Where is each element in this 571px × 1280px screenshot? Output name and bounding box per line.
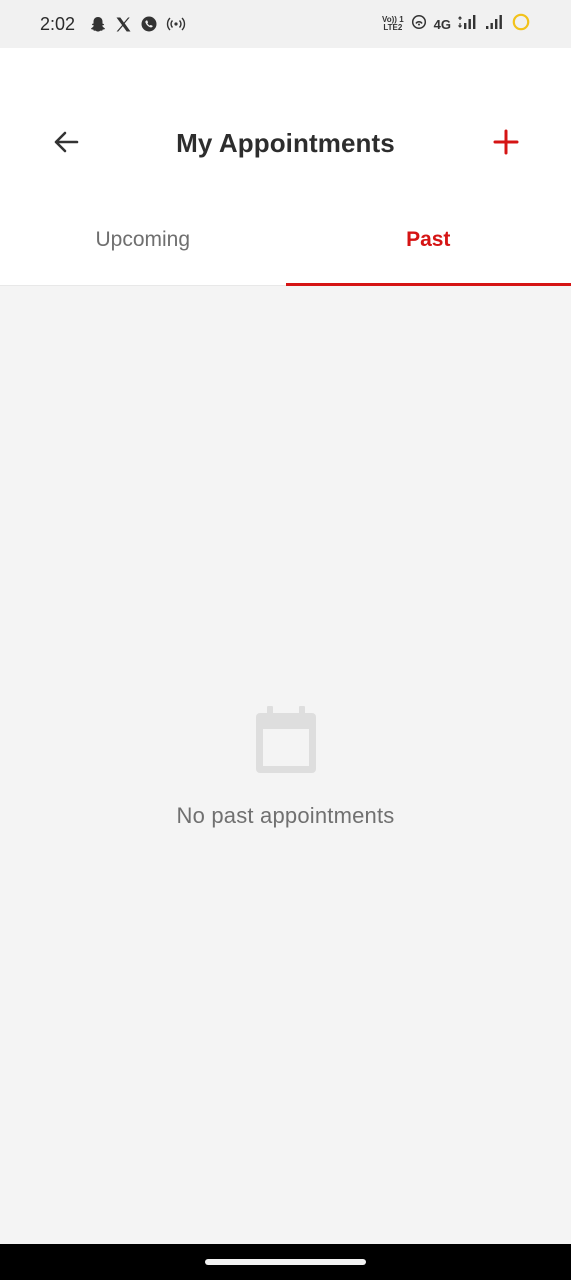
status-bar: 2:02 Vo)) 1 LTE2 4G [0, 0, 571, 48]
app-screen: 2:02 Vo)) 1 LTE2 4G My Appointments Upco… [0, 0, 571, 1280]
wifi-calling-icon [411, 14, 427, 35]
snapchat-icon [89, 15, 107, 33]
battery-saver-icon [511, 12, 531, 37]
tab-past-label: Past [406, 227, 451, 251]
notification-icons [89, 15, 186, 33]
x-icon [115, 16, 132, 33]
status-time: 2:02 [40, 13, 76, 34]
signal-icon [485, 14, 504, 35]
tab-upcoming[interactable]: Upcoming [0, 200, 286, 285]
navigation-bar [0, 1244, 571, 1280]
empty-state: No past appointments [0, 704, 571, 829]
empty-state-message: No past appointments [176, 803, 395, 828]
hotspot-icon [166, 16, 186, 32]
signal-4g-icon [458, 14, 478, 35]
selected-tab-indicator [285, 283, 571, 286]
volte-indicator: Vo)) 1 LTE2 [382, 15, 404, 32]
tab-past[interactable]: Past [285, 200, 571, 286]
tab-upcoming-label: Upcoming [95, 227, 191, 251]
app-bar: My Appointments [0, 48, 571, 200]
whatsapp-icon [140, 15, 158, 33]
system-status-icons: Vo)) 1 LTE2 4G [382, 12, 531, 37]
calendar-icon [253, 704, 319, 781]
plus-icon [493, 129, 519, 160]
network-type: 4G [433, 16, 451, 32]
add-appointment-button[interactable] [486, 126, 526, 162]
tab-bar: Upcoming Past [0, 200, 571, 286]
home-indicator[interactable] [205, 1259, 366, 1265]
